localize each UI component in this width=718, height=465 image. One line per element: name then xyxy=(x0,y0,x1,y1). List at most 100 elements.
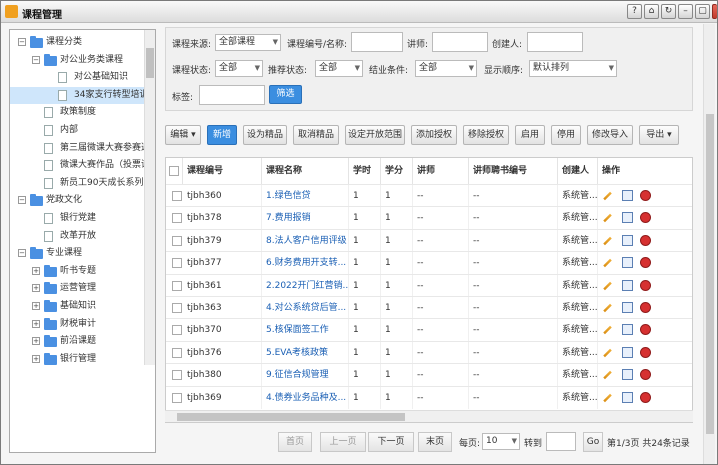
table-horizontal-scrollbar[interactable] xyxy=(165,410,693,422)
export-icon[interactable] xyxy=(622,279,633,291)
code-input[interactable] xyxy=(351,32,403,52)
collapse-icon[interactable]: − xyxy=(32,55,40,64)
cell-name[interactable]: 8.法人客户信用评级 xyxy=(262,229,349,252)
cell-name[interactable]: 1.绿色信贷 xyxy=(262,185,349,207)
maximize-icon[interactable]: ▢ xyxy=(695,4,710,19)
next-page-button[interactable]: 下一页 xyxy=(368,432,414,452)
column-header[interactable]: 学分 xyxy=(381,158,413,184)
edit-button[interactable]: 编辑 ▾ xyxy=(165,125,201,145)
row-checkbox[interactable] xyxy=(172,191,182,201)
goto-input[interactable] xyxy=(546,432,576,451)
row-checkbox[interactable] xyxy=(172,235,182,246)
edit-icon[interactable] xyxy=(603,348,612,358)
delete-icon[interactable] xyxy=(640,212,651,224)
column-header[interactable]: 创建人 xyxy=(558,158,598,184)
tree-item[interactable]: − 对公业务类课程 xyxy=(10,52,144,69)
creator-input[interactable] xyxy=(527,32,583,52)
tree-item[interactable]: 第三届微课大赛参赛选手 xyxy=(10,140,144,157)
source-select[interactable]: 全部课程 ▼ xyxy=(215,34,281,51)
export-icon[interactable] xyxy=(622,391,633,403)
column-header[interactable]: 课程名称 xyxy=(262,158,349,184)
tree-item[interactable]: + 基础知识 xyxy=(10,298,144,315)
order-select[interactable]: 默认排列 ▼ xyxy=(529,60,617,77)
collapse-icon[interactable]: − xyxy=(18,196,26,205)
tree-item[interactable]: + 银行管理 xyxy=(10,351,144,368)
row-checkbox[interactable] xyxy=(172,213,182,224)
tree-item[interactable]: + 运营管理 xyxy=(10,280,144,297)
home-icon[interactable]: ⌂ xyxy=(644,4,659,19)
cell-name[interactable]: 2.2022开门红营销... xyxy=(262,274,349,297)
cell-name[interactable]: 5.EVA考核政策 xyxy=(262,341,349,364)
delete-icon[interactable] xyxy=(640,190,651,201)
row-checkbox[interactable] xyxy=(172,325,182,336)
export-icon[interactable] xyxy=(622,190,633,201)
collapse-icon[interactable]: − xyxy=(18,38,26,46)
expand-icon[interactable]: + xyxy=(32,319,40,328)
table-row[interactable]: tjbh361 2.2022开门红营销... 1 1 -- -- 系统管... xyxy=(166,273,692,297)
cell-name[interactable]: 5.核保面签工作 xyxy=(262,319,349,342)
tree-scrollbar[interactable] xyxy=(144,30,155,365)
cell-name[interactable]: 4.债券业务品种及... xyxy=(262,386,349,409)
table-row[interactable]: tjbh380 9.征信合规管理 1 1 -- -- 系统管... xyxy=(166,363,692,387)
recommend-select[interactable]: 全部 ▼ xyxy=(315,60,363,77)
export-icon[interactable] xyxy=(622,302,633,313)
cell-name[interactable]: 9.征信合规管理 xyxy=(262,364,349,387)
tree-item[interactable]: + 前沿课题 xyxy=(10,333,144,350)
delete-icon[interactable] xyxy=(640,369,651,381)
tree-item[interactable]: 微课大赛作品（投票评选 xyxy=(10,157,144,174)
tree-item[interactable]: − 党政文化 xyxy=(10,192,144,209)
tree-item[interactable]: + 听书专题 xyxy=(10,263,144,280)
table-row[interactable]: tjbh376 5.EVA考核政策 1 1 -- -- 系统管... xyxy=(166,340,692,364)
edit-icon[interactable] xyxy=(603,393,612,402)
tree-item[interactable]: 政策制度 xyxy=(10,104,144,121)
prev-page-button[interactable]: 上一页 xyxy=(320,432,366,452)
edit-icon[interactable] xyxy=(603,191,612,201)
disable-button[interactable]: 停用 xyxy=(551,125,581,145)
edit-icon[interactable] xyxy=(603,370,612,380)
edit-icon[interactable] xyxy=(603,258,612,268)
tree-item[interactable]: 对公基础知识 xyxy=(10,69,144,86)
tree-item[interactable]: + 财税审计 xyxy=(10,316,144,333)
export-icon[interactable] xyxy=(622,257,633,269)
minimize-icon[interactable]: – xyxy=(678,4,693,19)
column-header[interactable]: 学时 xyxy=(349,158,381,184)
delete-icon[interactable] xyxy=(640,391,651,403)
go-button[interactable]: Go xyxy=(583,432,603,452)
search-button[interactable]: 筛选 xyxy=(269,85,302,104)
tree-item[interactable]: 银行党建 xyxy=(10,210,144,227)
delete-icon[interactable] xyxy=(640,346,651,358)
export-button[interactable]: 导出 ▾ xyxy=(639,125,679,145)
close-icon[interactable] xyxy=(712,4,717,19)
cancel-featured-button[interactable]: 取消精品 xyxy=(293,125,339,145)
tree-item[interactable]: − 专业课程 xyxy=(10,245,144,262)
table-row[interactable]: tjbh379 8.法人客户信用评级 1 1 -- -- 系统管... xyxy=(166,228,692,252)
complete-select[interactable]: 全部 ▼ xyxy=(415,60,477,77)
help-icon[interactable]: ? xyxy=(627,4,642,19)
lecturer-input[interactable] xyxy=(432,32,488,52)
table-row[interactable]: tjbh370 5.核保面签工作 1 1 -- -- 系统管... xyxy=(166,318,692,342)
tree-item[interactable]: 新员工90天成长系列 xyxy=(10,175,144,192)
export-icon[interactable] xyxy=(622,369,633,381)
column-header[interactable]: 讲师 xyxy=(413,158,469,184)
row-checkbox[interactable] xyxy=(172,303,182,313)
row-checkbox[interactable] xyxy=(172,370,182,381)
set-scope-button[interactable]: 设定开放范围 xyxy=(345,125,405,145)
select-all-checkbox[interactable] xyxy=(169,166,179,176)
cell-name[interactable]: 4.对公系统贷后管... xyxy=(262,297,349,319)
column-header[interactable]: 讲师聘书编号 xyxy=(469,158,558,184)
export-icon[interactable] xyxy=(622,346,633,358)
cell-name[interactable]: 6.财务费用开支转... xyxy=(262,252,349,275)
edit-icon[interactable] xyxy=(603,214,612,223)
remove-auth-button[interactable]: 移除授权 xyxy=(463,125,509,145)
tree-item[interactable]: 内部 xyxy=(10,122,144,139)
expand-icon[interactable]: + xyxy=(32,337,40,346)
expand-icon[interactable]: + xyxy=(32,266,40,275)
last-page-button[interactable]: 末页 xyxy=(418,432,452,452)
add-button[interactable]: 新增 xyxy=(207,125,237,145)
table-row[interactable]: tjbh377 6.财务费用开支转... 1 1 -- -- 系统管... xyxy=(166,251,692,275)
first-page-button[interactable]: 首页 xyxy=(278,432,312,452)
table-row[interactable]: tjbh378 7.费用报销 1 1 -- -- 系统管... xyxy=(166,206,692,230)
delete-icon[interactable] xyxy=(640,279,651,291)
table-row[interactable]: tjbh363 4.对公系统贷后管... 1 1 -- -- 系统管... xyxy=(166,296,692,319)
edit-icon[interactable] xyxy=(603,236,612,246)
